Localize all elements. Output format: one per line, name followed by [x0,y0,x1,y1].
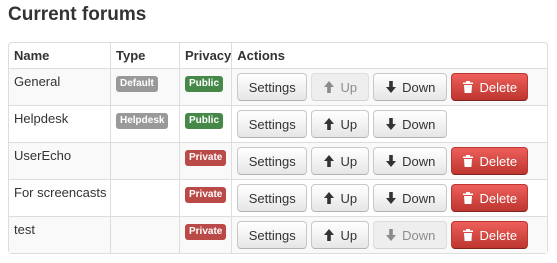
delete-button-label: Delete [479,79,518,95]
down-button-label: Down [402,79,436,95]
delete-button[interactable]: Delete [451,221,529,249]
privacy-column-header: Privacy [179,43,231,68]
settings-button-label: Settings [248,190,296,206]
settings-button-label: Settings [248,116,296,132]
up-button-label: Up [340,227,358,243]
actions-cell: Settings Up Down Delete [231,142,547,179]
up-button[interactable]: Up [311,73,370,101]
arrow-up-icon [324,155,335,167]
actions-column-header: Actions [231,43,547,68]
arrow-down-icon [386,192,397,204]
settings-button-label: Settings [248,153,296,169]
settings-button-label: Settings [248,227,296,243]
table-header-row: Name Type Privacy Actions [9,43,547,68]
type-badge: Helpdesk [116,113,169,129]
up-button-label: Up [340,79,358,95]
table-row: Helpdesk Helpdesk Public Settings Up Dow… [9,105,547,142]
delete-button[interactable]: Delete [451,184,529,212]
down-button[interactable]: Down [373,184,448,212]
arrow-up-icon [324,192,335,204]
actions-cell: Settings Up Down [231,105,547,142]
forums-panel: Current forums Name Type Privacy Actions… [0,0,557,263]
arrow-up-icon [324,81,335,93]
delete-button-label: Delete [479,227,518,243]
down-button[interactable]: Down [373,147,448,175]
type-cell [110,216,179,253]
settings-button[interactable]: Settings [237,147,308,175]
down-button-label: Down [402,190,436,206]
arrow-up-icon [324,118,335,130]
table-row: General Default Public Settings Up Down … [9,68,547,105]
up-button[interactable]: Up [311,110,370,138]
delete-button-label: Delete [479,190,518,206]
privacy-cell: Public [179,105,232,142]
up-button-label: Up [340,116,358,132]
forum-name: General [9,68,110,105]
down-button-label: Down [402,116,436,132]
trash-icon [463,155,474,167]
settings-button[interactable]: Settings [237,73,308,101]
privacy-badge: Private [185,224,227,240]
settings-button-label: Settings [248,79,296,95]
forums-table: Name Type Privacy Actions General Defaul… [8,42,548,254]
settings-button[interactable]: Settings [237,184,308,212]
delete-button[interactable]: Delete [451,147,529,175]
table-row: UserEcho Private Settings Up Down Delete [9,142,547,179]
type-cell [110,142,179,179]
delete-button-label: Delete [479,153,518,169]
privacy-badge: Private [185,187,227,203]
page-title: Current forums [8,4,147,25]
privacy-badge: Private [185,150,227,166]
forum-name: UserEcho [9,142,110,179]
trash-icon [463,192,474,204]
actions-cell: Settings Up Down Delete [231,216,547,253]
up-button[interactable]: Up [311,184,370,212]
arrow-down-icon [386,118,397,130]
privacy-cell: Private [179,179,232,216]
type-cell: Default [110,68,179,105]
actions-cell: Settings Up Down Delete [231,68,547,105]
settings-button[interactable]: Settings [237,110,308,138]
type-column-header: Type [110,43,179,68]
forum-name: Helpdesk [9,105,110,142]
privacy-badge: Public [185,76,224,92]
settings-button[interactable]: Settings [237,221,308,249]
up-button[interactable]: Up [311,221,370,249]
privacy-badge: Public [185,113,224,129]
privacy-cell: Private [179,142,232,179]
type-cell [110,179,179,216]
type-cell: Helpdesk [110,105,179,142]
privacy-cell: Private [179,216,232,253]
up-button-label: Up [340,190,358,206]
table-row: test Private Settings Up Down Delete [9,216,547,253]
down-button-label: Down [402,227,436,243]
up-button-label: Up [340,153,358,169]
type-badge: Default [116,76,158,92]
table-row: For screencasts Private Settings Up Down… [9,179,547,216]
name-column-header: Name [14,48,50,63]
down-button-label: Down [402,153,436,169]
arrow-up-icon [324,229,335,241]
trash-icon [463,81,474,93]
forum-name: For screencasts [9,179,110,216]
trash-icon [463,229,474,241]
down-button[interactable]: Down [373,110,448,138]
down-button[interactable]: Down [373,73,448,101]
arrow-down-icon [386,155,397,167]
delete-button[interactable]: Delete [451,73,529,101]
down-button[interactable]: Down [373,221,448,249]
up-button[interactable]: Up [311,147,370,175]
arrow-down-icon [386,81,397,93]
actions-cell: Settings Up Down Delete [231,179,547,216]
forum-name: test [9,216,110,253]
arrow-down-icon [386,229,397,241]
privacy-cell: Public [179,68,232,105]
